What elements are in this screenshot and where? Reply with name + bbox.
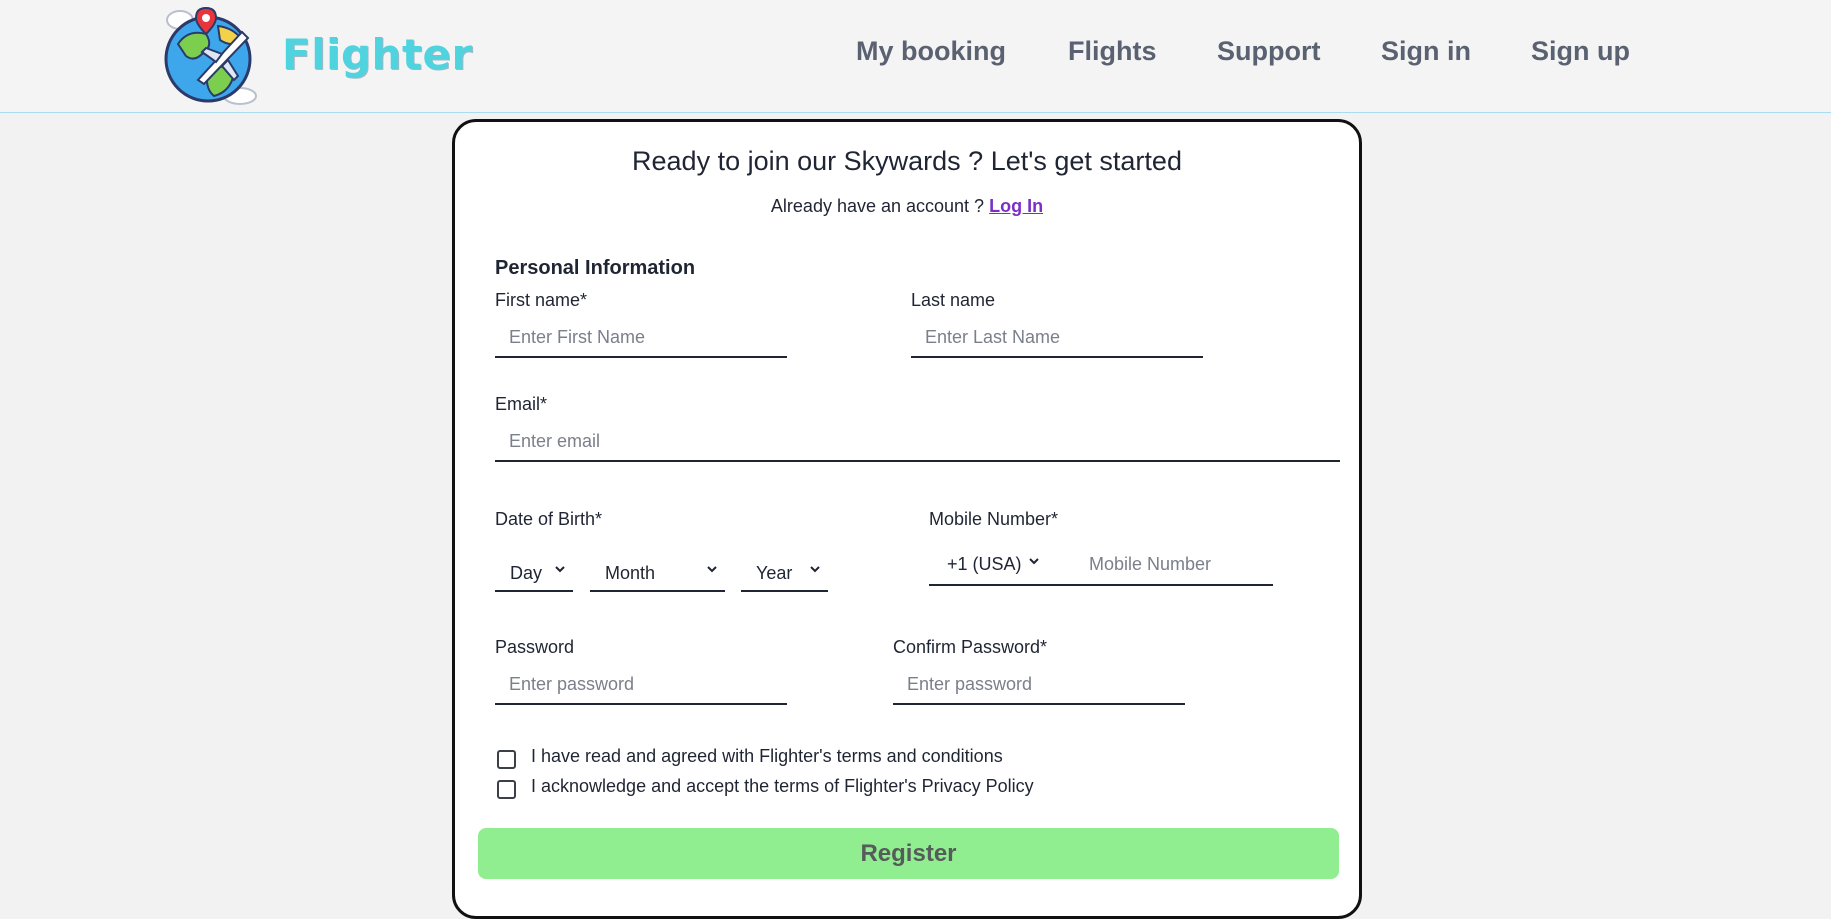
nav-support[interactable]: Support bbox=[1217, 36, 1320, 67]
terms-label: I have read and agreed with Flighter's t… bbox=[531, 746, 1003, 766]
terms-checkbox[interactable] bbox=[497, 750, 516, 769]
nav-flights[interactable]: Flights bbox=[1068, 36, 1157, 67]
mobile-underline bbox=[929, 584, 1273, 586]
site-header: Flighter My booking Flights Support Sign… bbox=[0, 0, 1831, 113]
email-input[interactable] bbox=[495, 422, 1340, 462]
dob-year-select[interactable]: Year bbox=[741, 554, 828, 592]
login-link[interactable]: Log In bbox=[989, 196, 1043, 216]
password-input[interactable] bbox=[495, 665, 787, 705]
dob-day-value: Day bbox=[510, 563, 543, 583]
privacy-label: I acknowledge and accept the terms of Fl… bbox=[531, 776, 1034, 796]
nav-sign-up[interactable]: Sign up bbox=[1531, 36, 1630, 67]
chevron-down-icon bbox=[707, 566, 717, 573]
first-name-label: First name* bbox=[495, 290, 588, 310]
country-code-value: +1 (USA) bbox=[947, 554, 1022, 574]
logo[interactable]: Flighter bbox=[158, 4, 472, 109]
privacy-checkbox[interactable] bbox=[497, 780, 516, 799]
dob-label: Date of Birth* bbox=[495, 509, 603, 529]
email-label: Email* bbox=[495, 394, 548, 414]
chevron-down-icon bbox=[810, 566, 820, 573]
register-button[interactable]: Register bbox=[478, 828, 1339, 879]
confirm-password-input[interactable] bbox=[893, 665, 1185, 705]
nav-my-booking[interactable]: My booking bbox=[856, 36, 1006, 67]
dob-month-value: Month bbox=[605, 563, 656, 583]
country-code-select[interactable]: +1 (USA) bbox=[929, 544, 1059, 582]
registration-card: Ready to join our Skywards ? Let's get s… bbox=[452, 119, 1362, 919]
last-name-input[interactable] bbox=[911, 318, 1203, 358]
chevron-down-icon bbox=[1029, 558, 1039, 565]
password-label: Password bbox=[495, 637, 575, 657]
form-subtitle: Already have an account ? Log In bbox=[455, 196, 1359, 217]
brand-name: Flighter bbox=[282, 30, 473, 79]
dob-month-select[interactable]: Month bbox=[590, 554, 725, 592]
last-name-label: Last name bbox=[911, 290, 996, 310]
first-name-input[interactable] bbox=[495, 318, 787, 358]
section-personal-information: Personal Information bbox=[495, 257, 696, 279]
globe-plane-logo-icon bbox=[164, 6, 257, 105]
mobile-number-input[interactable] bbox=[1075, 544, 1275, 584]
dob-day-select[interactable]: Day bbox=[495, 554, 573, 592]
subtitle-text: Already have an account ? bbox=[770, 196, 990, 216]
chevron-down-icon bbox=[555, 566, 565, 573]
mobile-label: Mobile Number* bbox=[929, 509, 1059, 529]
dob-year-value: Year bbox=[756, 563, 793, 583]
nav-sign-in[interactable]: Sign in bbox=[1381, 36, 1471, 67]
confirm-password-label: Confirm Password* bbox=[893, 637, 1048, 657]
form-title: Ready to join our Skywards ? Let's get s… bbox=[632, 146, 1182, 176]
